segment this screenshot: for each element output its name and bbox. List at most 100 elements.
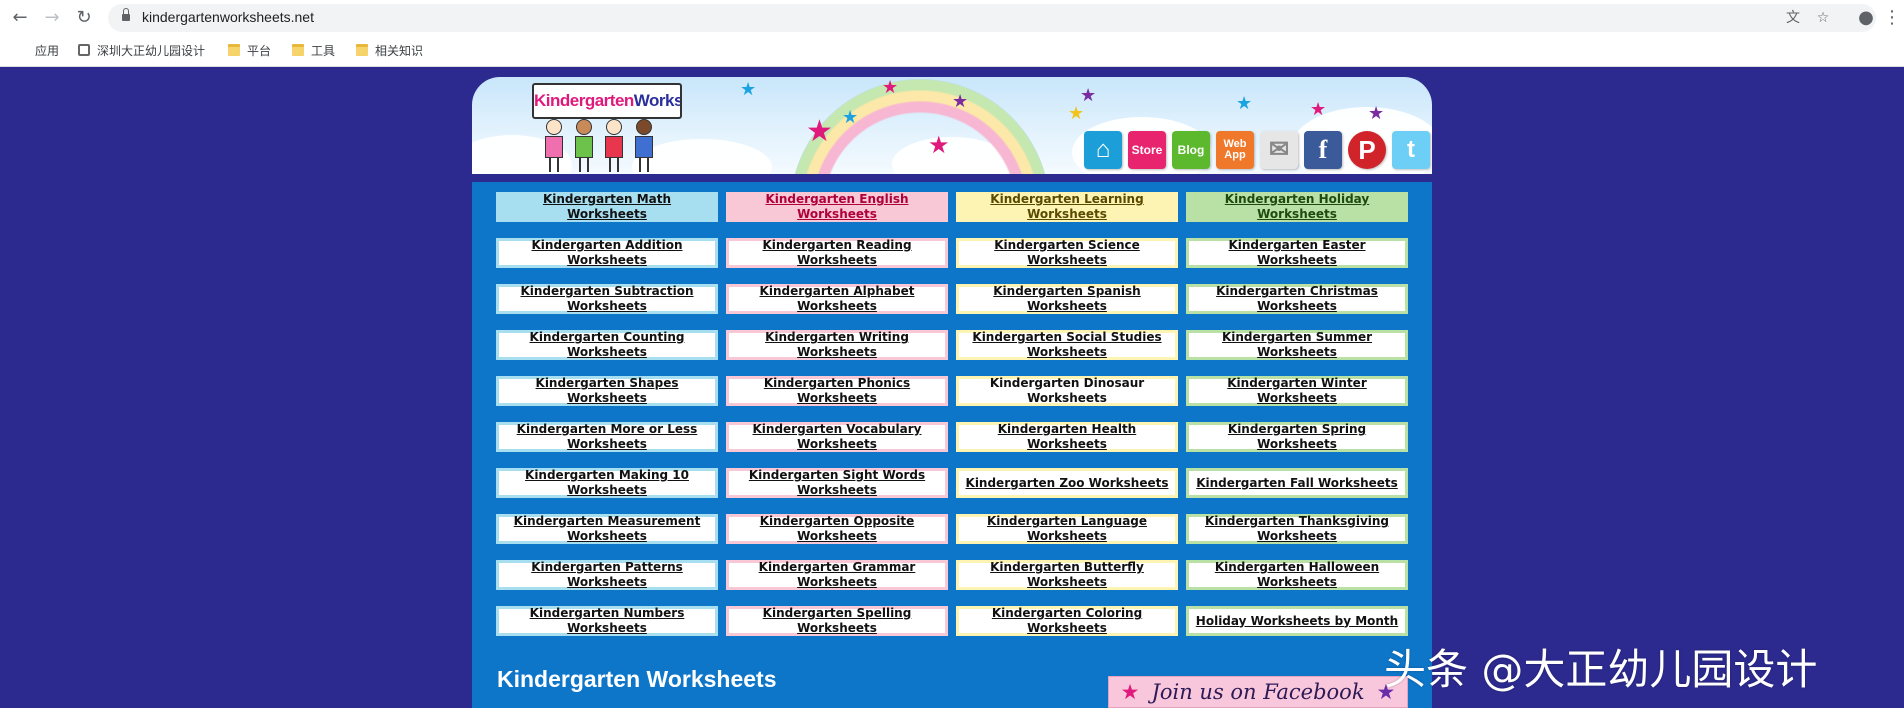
bookmark-label: 工具	[311, 43, 336, 58]
star-decoration: ★	[842, 107, 859, 128]
worksheet-link[interactable]: Kindergarten Counting Worksheets	[496, 330, 718, 360]
worksheet-link[interactable]: Kindergarten Christmas Worksheets	[1186, 284, 1408, 314]
star-decoration: ★	[1080, 85, 1097, 106]
worksheet-link[interactable]: Kindergarten Grammar Worksheets	[726, 560, 948, 590]
worksheet-link[interactable]: Kindergarten Addition Worksheets	[496, 238, 718, 268]
home-icon[interactable]: ⌂	[1084, 131, 1122, 169]
facebook-icon[interactable]: f	[1304, 131, 1342, 169]
bookmarks-bar: 应用 深圳大正幼儿园设计 平台 工具 相关知识	[0, 38, 1904, 62]
worksheet-link[interactable]: Kindergarten Patterns Worksheets	[496, 560, 718, 590]
worksheet-link[interactable]: Kindergarten Easter Worksheets	[1186, 238, 1408, 268]
web-app-icon[interactable]: Web App	[1216, 131, 1254, 169]
email-icon[interactable]: ✉	[1260, 131, 1298, 169]
worksheet-link[interactable]: Kindergarten More or Less Worksheets	[496, 422, 718, 452]
bookmark-star-icon[interactable]: ☆	[1814, 9, 1832, 27]
logo-text: Kindergarten	[534, 91, 634, 110]
worksheet-link[interactable]: Kindergarten Vocabulary Worksheets	[726, 422, 948, 452]
bookmark-folder-tools[interactable]: 工具	[292, 41, 335, 59]
star-icon: ★	[1120, 680, 1140, 704]
bookmark-site[interactable]: 深圳大正幼儿园设计	[78, 41, 205, 59]
store-icon-label: Store	[1131, 143, 1163, 157]
section-title: Kindergarten Worksheets	[497, 666, 777, 692]
folder-icon	[356, 44, 368, 56]
worksheet-link[interactable]: Kindergarten Writing Worksheets	[726, 330, 948, 360]
worksheet-link[interactable]: Kindergarten Fall Worksheets	[1186, 468, 1408, 498]
worksheet-link[interactable]: Kindergarten Social Studies Worksheets	[956, 330, 1178, 360]
bookmark-label: 深圳大正幼儿园设计	[97, 43, 206, 58]
kid-illustration	[602, 119, 626, 173]
translate-icon[interactable]: 文	[1784, 9, 1802, 27]
worksheet-link[interactable]: Kindergarten Measurement Worksheets	[496, 514, 718, 544]
star-decoration: ★	[928, 131, 950, 159]
star-decoration: ★	[806, 114, 833, 149]
website: ★ ★ ★ ★ ★ ★ ★ ★ ★ ★ ★ KindergartenWorksh…	[472, 77, 1432, 708]
worksheet-link[interactable]: Kindergarten Language Worksheets	[956, 514, 1178, 544]
site-logo[interactable]: KindergartenWorksheets	[532, 83, 682, 119]
worksheet-link[interactable]: Holiday Worksheets by Month	[1186, 606, 1408, 636]
back-arrow-icon[interactable]: ←	[8, 6, 32, 30]
worksheet-link[interactable]: Kindergarten Summer Worksheets	[1186, 330, 1408, 360]
worksheet-link[interactable]: Kindergarten Subtraction Worksheets	[496, 284, 718, 314]
worksheet-link[interactable]: Kindergarten Dinosaur Worksheets	[956, 376, 1178, 406]
star-decoration: ★	[1068, 103, 1085, 124]
pinterest-icon-label: P	[1358, 135, 1376, 165]
worksheet-link[interactable]: Kindergarten Coloring Worksheets	[956, 606, 1178, 636]
worksheet-link[interactable]: Kindergarten Phonics Worksheets	[726, 376, 948, 406]
forward-arrow-icon[interactable]: →	[40, 6, 64, 30]
address-bar[interactable]: kindergartenworksheets.net 文 ☆	[108, 4, 1876, 32]
worksheet-link[interactable]: Kindergarten Shapes Worksheets	[496, 376, 718, 406]
worksheet-link[interactable]: Kindergarten Butterfly Worksheets	[956, 560, 1178, 590]
worksheet-link[interactable]: Kindergarten Alphabet Worksheets	[726, 284, 948, 314]
worksheet-link[interactable]: Kindergarten Spring Worksheets	[1186, 422, 1408, 452]
star-decoration: ★	[882, 77, 899, 98]
folder-icon	[292, 44, 304, 56]
star-decoration: ★	[952, 91, 969, 112]
menu-kebab-icon[interactable]: ⋮	[1880, 6, 1904, 30]
profile-icon[interactable]: ●	[1854, 6, 1878, 30]
worksheet-link[interactable]: Kindergarten Opposite Worksheets	[726, 514, 948, 544]
facebook-icon-label: f	[1318, 135, 1328, 164]
kid-illustration	[542, 119, 566, 173]
worksheet-link[interactable]: Kindergarten Halloween Worksheets	[1186, 560, 1408, 590]
facebook-join-banner[interactable]: ★ Join us on Facebook ★	[1108, 676, 1408, 708]
blog-icon-label: Blog	[1177, 143, 1205, 157]
reload-icon[interactable]: ↻	[72, 6, 96, 30]
worksheet-link[interactable]: Kindergarten Spanish Worksheets	[956, 284, 1178, 314]
watermark-text: 头条 @大正幼儿园设计	[1384, 645, 1818, 694]
worksheet-link[interactable]: Kindergarten Health Worksheets	[956, 422, 1178, 452]
category-header-math[interactable]: Kindergarten Math Worksheets	[496, 192, 718, 222]
kid-illustration	[572, 119, 596, 173]
worksheet-link[interactable]: Kindergarten Making 10 Worksheets	[496, 468, 718, 498]
bookmark-folder-knowledge[interactable]: 相关知识	[356, 41, 423, 59]
star-decoration: ★	[1236, 93, 1253, 114]
worksheet-link[interactable]: Kindergarten Numbers Worksheets	[496, 606, 718, 636]
worksheet-link[interactable]: Kindergarten Science Worksheets	[956, 238, 1178, 268]
blog-icon[interactable]: Blog	[1172, 131, 1210, 169]
facebook-banner-text: Join us on Facebook	[1151, 680, 1365, 704]
category-header-holiday[interactable]: Kindergarten Holiday Worksheets	[1186, 192, 1408, 222]
lock-icon	[122, 8, 130, 21]
content-area: Kindergarten Math Worksheets Kindergarte…	[472, 182, 1432, 708]
browser-chrome: ← → ↻ kindergartenworksheets.net 文 ☆ ● ⋮…	[0, 0, 1904, 67]
bookmark-label: 应用	[35, 43, 60, 58]
worksheet-link[interactable]: Kindergarten Zoo Worksheets	[956, 468, 1178, 498]
bookmark-folder-platform[interactable]: 平台	[228, 41, 271, 59]
url-text: kindergartenworksheets.net	[142, 9, 314, 25]
star-decoration: ★	[1368, 103, 1385, 124]
worksheet-link[interactable]: Kindergarten Winter Worksheets	[1186, 376, 1408, 406]
bookmark-apps[interactable]: 应用	[14, 41, 59, 59]
bookmark-label: 平台	[247, 43, 272, 58]
category-header-english[interactable]: Kindergarten English Worksheets	[726, 192, 948, 222]
site-icon	[78, 44, 90, 56]
star-decoration: ★	[740, 79, 757, 100]
folder-icon	[228, 44, 240, 56]
worksheet-link[interactable]: Kindergarten Sight Words Worksheets	[726, 468, 948, 498]
category-header-learning[interactable]: Kindergarten Learning Worksheets	[956, 192, 1178, 222]
worksheet-link[interactable]: Kindergarten Thanksgiving Worksheets	[1186, 514, 1408, 544]
site-header: ★ ★ ★ ★ ★ ★ ★ ★ ★ ★ ★ KindergartenWorksh…	[472, 77, 1432, 174]
worksheet-link[interactable]: Kindergarten Spelling Worksheets	[726, 606, 948, 636]
pinterest-icon[interactable]: P	[1348, 131, 1386, 169]
worksheet-link[interactable]: Kindergarten Reading Worksheets	[726, 238, 948, 268]
twitter-icon[interactable]: t	[1392, 131, 1430, 169]
store-icon[interactable]: Store	[1128, 131, 1166, 169]
